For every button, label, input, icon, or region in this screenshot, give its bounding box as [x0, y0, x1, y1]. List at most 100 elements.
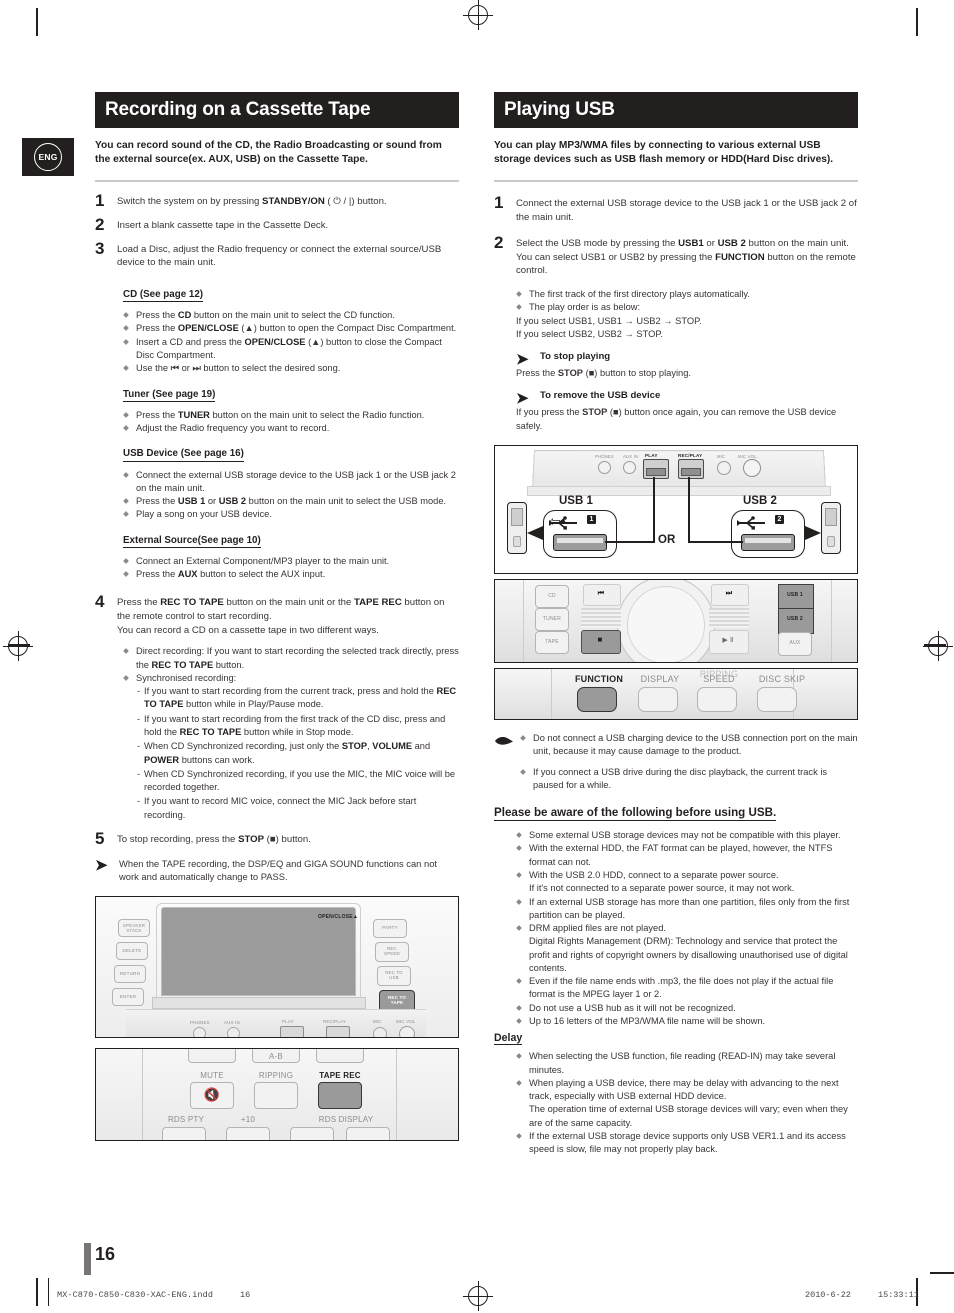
step-number: 1	[494, 192, 504, 212]
footer-rule-right	[930, 1272, 954, 1274]
rear-usb1-port-slot	[646, 467, 666, 476]
aux-in-jack	[227, 1027, 240, 1038]
rds-display-label: RDS DISPLAY	[318, 1115, 374, 1125]
usb1-device-pointer	[527, 525, 543, 540]
list-item: With the external HDD, the FAT format ca…	[516, 842, 858, 869]
play-pause-icon: ▶ Ⅱ	[722, 636, 734, 644]
list-item: Up to 16 letters of the MP3/WMA file nam…	[516, 1015, 858, 1028]
front-panel-right-seam	[831, 579, 832, 662]
crop-mark-tr-v	[916, 8, 918, 36]
usb1-connector	[553, 533, 607, 551]
list-item: With the USB 2.0 HDD, connect to a separ…	[516, 869, 858, 896]
list-item: When CD Synchronized recording, just onl…	[137, 740, 459, 767]
remote-top-button-3[interactable]	[316, 1049, 364, 1064]
wire-usb1-vertical	[653, 476, 655, 542]
list-item: When CD Synchronized recording, if you u…	[137, 768, 459, 795]
list-item: Use the ⏮ or ⏭ button to select the desi…	[123, 362, 459, 375]
rear-micvol-label: MIC VOL.	[738, 453, 758, 459]
remote-bottom-button-2[interactable]	[226, 1127, 270, 1141]
list-item: Connect the external USB storage device …	[123, 469, 459, 496]
usb2-device-pointer	[805, 525, 821, 540]
tape-rec-label: TAPE REC	[319, 1071, 361, 1081]
remove-usb-title: To remove the USB device	[540, 390, 661, 402]
footer-filename: MX-C870-C850-C830-XAC-ENG.indd	[57, 1290, 214, 1300]
step-number: 5	[95, 828, 105, 848]
footer-date: 2010-6-22	[805, 1290, 851, 1300]
stop-playing-title: To stop playing	[540, 351, 611, 363]
prev-icon: ⏮	[597, 589, 605, 597]
remote-top-button-1[interactable]	[188, 1049, 236, 1064]
list-item: Press the AUX button to select the AUX i…	[123, 568, 459, 581]
language-tab-label: ENG	[34, 143, 62, 171]
list-item: When selecting the USB function, file re…	[516, 1050, 858, 1077]
sync-recording-details: If you want to start recording from the …	[137, 685, 459, 822]
registration-mark-right	[923, 631, 953, 661]
open-close-icon: ▲	[353, 914, 358, 921]
step-number: 1	[95, 190, 105, 210]
footer-rule-left	[48, 1278, 49, 1306]
right-section-title: Playing USB	[504, 99, 615, 120]
left-wing-ridges	[581, 607, 621, 628]
usb-play-bullets: The first track of the first directory p…	[516, 288, 858, 315]
delay-bullet-list: When selecting the USB function, file re…	[516, 1050, 858, 1156]
manual-page: ENG Recording on a Cassette Tape You can…	[0, 0, 954, 1313]
remote-bottom-button-3[interactable]	[290, 1127, 334, 1141]
cd-bullet-list: Press the CD button on the main unit to …	[123, 309, 459, 375]
mic-vol-knob[interactable]	[399, 1026, 415, 1038]
aware-heading: Please be aware of the following before …	[494, 806, 777, 822]
rear-micvol-knob[interactable]	[743, 458, 761, 477]
cd-label: CD	[548, 592, 556, 599]
front-panel-left-seam	[523, 579, 524, 662]
usb2-number-badge: 2	[775, 514, 784, 524]
remote-bottom-button-1[interactable]	[162, 1127, 206, 1141]
usb-device-bullet-list: Connect the external USB storage device …	[123, 469, 459, 522]
step-number: 2	[494, 233, 504, 253]
usb1-panel-label: USB 1	[787, 591, 803, 598]
left-steps: 1 Switch the system on by pressing STAND…	[95, 192, 459, 270]
usb-device-subheading: USB Device (See page 16)	[123, 448, 244, 462]
figure-front-panel: CD TUNER TAPE ⏮ ■ ⏭ ▶ Ⅱ USB 1 USB 2 AUX	[494, 578, 858, 663]
figure-main-unit: OPEN/CLOSE ▲ SPEAKER STACK DELETE RETURN …	[95, 896, 459, 1039]
list-item: Insert a CD and press the OPEN/CLOSE (▲)…	[123, 336, 459, 363]
aux-in-label: AUX IN	[224, 1020, 240, 1026]
step-text: Press the REC TO TAPE button on the main…	[117, 597, 445, 636]
recording-ways-list: Direct recording: If you want to start r…	[123, 645, 459, 685]
usb-play-port	[280, 1026, 304, 1038]
registration-mark-bottom	[463, 1281, 493, 1311]
jog-dial-inner[interactable]	[627, 585, 705, 662]
function-button[interactable]	[577, 686, 617, 712]
ripping-speed-button[interactable]	[697, 686, 737, 712]
tape-rec-button[interactable]	[318, 1082, 362, 1110]
figure-remote-control: A-B MUTE RIPPING TAPE REC 🔇 RDS PTY +10 …	[95, 1048, 459, 1142]
language-tab: ENG	[22, 138, 74, 176]
remote-bottom-button-4[interactable]	[346, 1127, 390, 1141]
next-icon: ⏭	[725, 589, 733, 597]
footer-page-number: 16	[240, 1290, 251, 1300]
usb-recplay-port	[326, 1026, 350, 1038]
list-item: If an external USB storage has more than…	[516, 896, 858, 923]
play-order-line-1: If you select USB1, USB1 → USB2 → STOP.	[516, 315, 702, 326]
page-number: 16	[95, 1244, 116, 1264]
return-label: RETURN	[119, 971, 141, 977]
list-item: Play a song on your USB device.	[123, 508, 459, 521]
delay-heading: Delay	[494, 1032, 523, 1046]
tuner-bullet-list: Press the TUNER button on the main unit …	[123, 409, 459, 436]
aware-bullet-list: Some external USB storage devices may no…	[516, 829, 858, 1028]
display-button[interactable]	[638, 686, 678, 712]
rds-pty-label: RDS PTY	[167, 1115, 205, 1125]
figure-function-row: FUNCTION DISPLAY RIPPING SPEED DISC SKIP	[494, 667, 858, 720]
step-text: Insert a blank cassette tape in the Cass…	[117, 219, 329, 231]
disc-skip-button[interactable]	[757, 686, 797, 712]
rec-to-tape-label: REC TO TAPE	[387, 995, 407, 1006]
function-row-seam-left	[551, 668, 552, 719]
mic-jack	[373, 1027, 387, 1038]
step-number: 3	[95, 238, 105, 258]
registration-mark-left	[3, 631, 33, 661]
wire-usb2-vertical	[688, 476, 690, 542]
stop-icon: ■	[597, 634, 603, 644]
usb1-number-badge: 1	[587, 514, 596, 524]
plus10-label: +10	[240, 1115, 256, 1125]
step-text: Select the USB mode by pressing the USB1…	[516, 238, 856, 277]
mute-label: MUTE	[200, 1071, 224, 1081]
ripping-button[interactable]	[254, 1082, 298, 1110]
